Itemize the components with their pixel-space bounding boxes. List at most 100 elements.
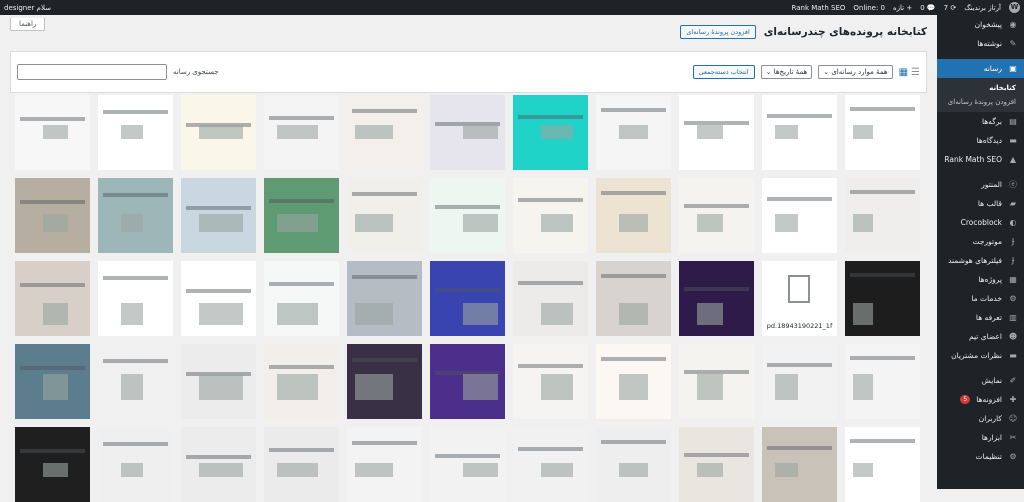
add-new-media-button[interactable]: افزودن پروندهٔ رسانه‌ای: [680, 25, 756, 39]
media-thumbnail[interactable]: [430, 261, 505, 336]
media-thumbnail[interactable]: [181, 344, 256, 419]
grid-view-icon[interactable]: ▦: [899, 67, 908, 78]
media-thumbnail[interactable]: [679, 261, 754, 336]
media-thumbnail[interactable]: [15, 261, 90, 336]
media-thumbnail[interactable]: [430, 95, 505, 170]
media-thumbnail[interactable]: [98, 95, 173, 170]
sidebar-item-12[interactable]: ⚙ خدمات ما: [937, 289, 1024, 308]
sidebar-item-0[interactable]: ◉ پیشخوان: [937, 15, 1024, 34]
media-thumbnail[interactable]: [264, 178, 339, 253]
media-thumbnail[interactable]: [596, 261, 671, 336]
sidebar-item-5[interactable]: ▲ Rank Math SEO: [937, 150, 1024, 169]
media-thumbnail[interactable]: [15, 427, 90, 502]
media-thumbnail[interactable]: [264, 95, 339, 170]
media-thumbnail[interactable]: [15, 178, 90, 253]
media-thumbnail[interactable]: [347, 427, 422, 502]
sidebar-item-18[interactable]: ☺ کاربران: [937, 409, 1024, 428]
media-thumbnail[interactable]: [596, 427, 671, 502]
media-thumbnail[interactable]: [264, 261, 339, 336]
media-thumbnail[interactable]: [347, 95, 422, 170]
media-thumbnail[interactable]: [845, 344, 920, 419]
sidebar-item-17[interactable]: ✚ افزونه‌ها 5: [937, 390, 1024, 409]
media-thumbnail[interactable]: [264, 344, 339, 419]
media-thumbnail[interactable]: [596, 95, 671, 170]
sidebar-item-4[interactable]: ▬ دیدگاه‌ها: [937, 131, 1024, 150]
sidebar-item-10[interactable]: Ɉ فیلترهای هوشمند: [937, 251, 1024, 270]
media-thumbnail[interactable]: [347, 178, 422, 253]
media-thumbnail[interactable]: [762, 427, 837, 502]
media-thumbnail[interactable]: [15, 95, 90, 170]
media-thumbnail[interactable]: [98, 427, 173, 502]
thumbnail-detail: [853, 125, 873, 139]
sidebar-item-3[interactable]: ▤ برگه‌ها: [937, 112, 1024, 131]
media-thumbnail[interactable]: [98, 261, 173, 336]
list-view-icon[interactable]: ☰: [911, 67, 920, 78]
media-thumbnail[interactable]: [181, 427, 256, 502]
media-thumbnail[interactable]: [98, 344, 173, 419]
media-thumbnail[interactable]: [679, 427, 754, 502]
sidebar-item-16[interactable]: ✐ نمایش: [937, 371, 1024, 390]
media-thumbnail[interactable]: [181, 178, 256, 253]
new-content-link[interactable]: + تازه: [893, 4, 912, 12]
sidebar-item-8[interactable]: ◐ Crocoblock: [937, 213, 1024, 232]
media-thumbnail[interactable]: [845, 261, 920, 336]
admin-bar-user[interactable]: سلام designer: [4, 4, 51, 12]
media-thumbnail[interactable]: [845, 427, 920, 502]
media-type-filter[interactable]: همهٔ موارد رسانه‌ای ⌄: [818, 65, 893, 79]
media-thumbnail[interactable]: [430, 178, 505, 253]
sidebar-item-13[interactable]: ▥ تعرفه ها: [937, 308, 1024, 327]
sidebar-item-6[interactable]: ⓔ المنتور: [937, 175, 1024, 194]
submenu-item-0[interactable]: کتابخانه: [937, 81, 1024, 95]
media-thumbnail[interactable]: [679, 95, 754, 170]
media-thumbnail[interactable]: [347, 261, 422, 336]
media-thumbnail[interactable]: [762, 344, 837, 419]
wordpress-logo-icon[interactable]: W: [1009, 2, 1020, 13]
media-thumbnail[interactable]: [762, 95, 837, 170]
sidebar-item-15[interactable]: ▬ نظرات مشتریان: [937, 346, 1024, 365]
media-thumbnail[interactable]: pd.18943190221_1f: [762, 261, 837, 336]
site-name-link[interactable]: آرتاز برندینگ: [964, 4, 1001, 12]
sidebar-item-19[interactable]: ✂ ابزارها: [937, 428, 1024, 447]
media-thumbnail[interactable]: [845, 95, 920, 170]
sidebar-item-7[interactable]: ▰ قالب ها: [937, 194, 1024, 213]
media-thumbnail[interactable]: [513, 178, 588, 253]
search-label: جستجوی رسانه: [173, 68, 219, 76]
media-thumbnail[interactable]: [845, 178, 920, 253]
media-thumbnail[interactable]: [762, 178, 837, 253]
media-thumbnail[interactable]: [430, 427, 505, 502]
media-thumbnail[interactable]: [98, 178, 173, 253]
sidebar-item-14[interactable]: ☻ اعضای تیم: [937, 327, 1024, 346]
comments-icon[interactable]: 💬 0: [920, 4, 935, 12]
rank-math-link[interactable]: Rank Math SEO: [792, 4, 846, 12]
media-thumbnail[interactable]: [181, 261, 256, 336]
thumbnail-detail: [20, 200, 85, 204]
bulk-select-button[interactable]: انتخاب دسته‌جمعی: [692, 65, 755, 79]
media-thumbnail[interactable]: [264, 427, 339, 502]
online-users[interactable]: Online: 0: [853, 4, 885, 12]
media-thumbnail[interactable]: [513, 261, 588, 336]
media-thumbnail[interactable]: [15, 344, 90, 419]
media-thumbnail[interactable]: [430, 344, 505, 419]
date-filter[interactable]: همهٔ تاریخ‌ها ⌄: [760, 65, 813, 79]
search-input[interactable]: [17, 64, 167, 80]
media-thumbnail[interactable]: [513, 344, 588, 419]
media-thumbnail[interactable]: [347, 344, 422, 419]
submenu-item-1[interactable]: افزودن پروندهٔ رسانه‌ای: [937, 95, 1024, 109]
user-greeting[interactable]: سلام designer: [4, 4, 51, 12]
sidebar-item-label: خدمات ما: [971, 294, 1002, 303]
sidebar-item-20[interactable]: ⚙ تنظیمات: [937, 447, 1024, 466]
media-thumbnail[interactable]: [596, 178, 671, 253]
sidebar-item-11[interactable]: ▦ پروژه‌ها: [937, 270, 1024, 289]
sidebar-item-2[interactable]: ▣ رسانه: [937, 59, 1024, 78]
help-tab-button[interactable]: راهنما: [10, 18, 46, 31]
media-thumbnail[interactable]: [679, 178, 754, 253]
updates-icon[interactable]: ⟳ 7: [944, 4, 957, 12]
media-thumbnail[interactable]: [679, 344, 754, 419]
media-thumbnail[interactable]: [181, 95, 256, 170]
media-thumbnail[interactable]: [596, 344, 671, 419]
sidebar-item-9[interactable]: Ɉ موتورجت: [937, 232, 1024, 251]
sidebar-item-1[interactable]: ✎ نوشته‌ها: [937, 34, 1024, 53]
comment-icon: ▬: [1009, 136, 1017, 145]
media-thumbnail[interactable]: [513, 427, 588, 502]
media-thumbnail[interactable]: [513, 95, 588, 170]
